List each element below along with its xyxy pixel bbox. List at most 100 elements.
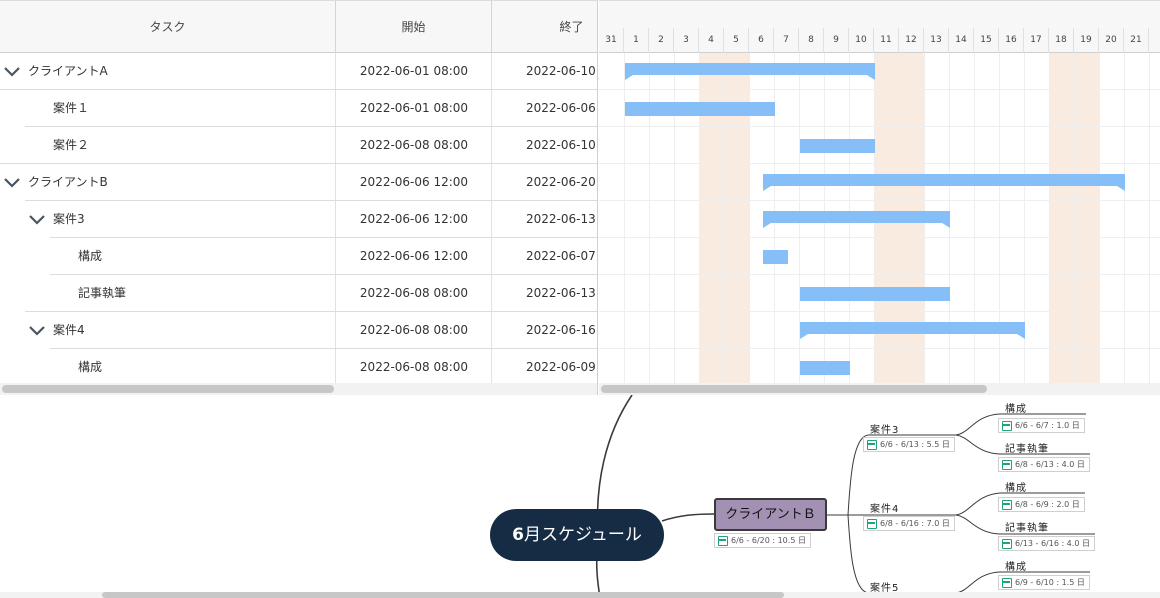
timeline-header-days: 31 1 2 3 4 5 6 7 8 9 10 11 12 13 14 15 16 17 18 19 20 21 — [599, 28, 1160, 53]
task-bar[interactable] — [800, 139, 875, 153]
date-range-tag: 6/6 - 6/13 : 5.5 日 — [863, 437, 955, 452]
row-gridline — [599, 126, 1160, 127]
calendar-icon — [1002, 500, 1012, 510]
calendar-icon — [1002, 578, 1012, 588]
mind-map: 6月スケジュール クライアントＢ 6/6 - 6/20 : 10.5 日 案件3… — [0, 395, 1160, 598]
day-label: 5 — [724, 28, 749, 53]
task-name: 案件２ — [53, 138, 90, 152]
task-end: 2022-06-20 16:00 — [526, 175, 597, 189]
day-label: 12 — [899, 28, 924, 53]
summary-task-bar[interactable] — [762, 211, 950, 228]
day-label: 14 — [949, 28, 974, 53]
column-header-start[interactable]: 開始 — [336, 1, 492, 53]
row-gridline — [599, 311, 1160, 312]
mind-map-node-task[interactable]: 記事執筆 — [1005, 519, 1049, 534]
summary-task-bar[interactable] — [762, 174, 1125, 191]
row-gridline — [599, 163, 1160, 164]
scrollbar-thumb[interactable] — [102, 592, 784, 598]
day-gridline — [1049, 53, 1050, 383]
day-gridline — [1074, 53, 1075, 383]
scrollbar-thumb[interactable] — [2, 385, 334, 393]
day-gridline — [1124, 53, 1125, 383]
task-start: 2022-06-01 08:00 — [359, 101, 469, 115]
mind-map-horizontal-scrollbar[interactable] — [0, 592, 1160, 598]
date-range-text: 6/8 - 6/13 : 4.0 日 — [1015, 460, 1085, 469]
calendar-icon — [867, 519, 877, 529]
mind-map-node-task[interactable]: 記事執筆 — [1005, 440, 1049, 455]
summary-task-bar[interactable] — [625, 63, 875, 80]
mind-map-node-task[interactable]: 構成 — [1005, 400, 1027, 415]
day-label: 18 — [1049, 28, 1074, 53]
mind-map-node-project[interactable]: 案件4 — [870, 500, 899, 515]
day-label: 4 — [699, 28, 724, 53]
task-bar[interactable] — [762, 250, 788, 264]
table-row[interactable]: クライアントB 2022-06-06 12:00 2022-06-20 16:0… — [0, 164, 597, 201]
task-bar[interactable] — [800, 287, 950, 301]
day-label: 9 — [824, 28, 849, 53]
table-row[interactable]: 案件２ 2022-06-08 08:00 2022-06-10 16:00 — [0, 127, 597, 164]
task-end: 2022-06-13 16:00 — [526, 212, 597, 226]
task-start: 2022-06-08 08:00 — [359, 323, 469, 337]
date-range-text: 6/6 - 6/7 : 1.0 日 — [1015, 421, 1080, 430]
calendar-icon — [1002, 421, 1012, 431]
date-range-tag: 6/8 - 6/16 : 7.0 日 — [863, 516, 955, 531]
column-header-task[interactable]: タスク — [0, 1, 336, 53]
task-name: 記事執筆 — [78, 286, 127, 300]
date-range-tag: 6/8 - 6/13 : 4.0 日 — [998, 457, 1090, 472]
day-label: 17 — [1024, 28, 1049, 53]
table-row[interactable]: 案件3 2022-06-06 12:00 2022-06-13 16:00 — [0, 201, 597, 238]
task-start: 2022-06-06 12:00 — [359, 249, 469, 263]
task-name: 構成 — [78, 249, 103, 263]
date-range-tag: 6/6 - 6/7 : 1.0 日 — [998, 418, 1085, 433]
table-row[interactable]: 構成 2022-06-08 08:00 2022-06-09 16:00 — [0, 349, 597, 386]
day-label: 19 — [1074, 28, 1099, 53]
day-label: 15 — [974, 28, 999, 53]
date-range-text: 6/9 - 6/10 : 1.5 日 — [1015, 578, 1085, 587]
task-start: 2022-06-08 08:00 — [359, 360, 469, 374]
mind-map-node-project[interactable]: 案件3 — [870, 421, 899, 436]
column-header-end[interactable]: 終了 — [492, 1, 597, 53]
day-label: 16 — [999, 28, 1024, 53]
day-label: 3 — [674, 28, 699, 53]
grid-horizontal-scrollbar[interactable] — [0, 383, 597, 395]
task-end: 2022-06-09 16:00 — [526, 360, 597, 374]
task-bar[interactable] — [625, 102, 775, 116]
timeline-horizontal-scrollbar[interactable] — [599, 383, 1160, 395]
task-name: 案件１ — [53, 101, 90, 115]
day-label: 13 — [924, 28, 949, 53]
task-bar[interactable] — [800, 361, 850, 375]
day-label: 21 — [1124, 28, 1149, 53]
date-range-tag: 6/6 - 6/20 : 10.5 日 — [714, 533, 811, 548]
table-row[interactable]: 記事執筆 2022-06-08 08:00 2022-06-13 16:00 — [0, 275, 597, 312]
gantt-timeline: 31 1 2 3 4 5 6 7 8 9 10 11 12 13 14 15 16 17 18 19 20 21 — [599, 0, 1160, 395]
day-gridline — [1149, 53, 1150, 383]
table-row[interactable]: 構成 2022-06-06 12:00 2022-06-07 12:00 — [0, 238, 597, 275]
table-row[interactable]: 案件4 2022-06-08 08:00 2022-06-16 16:00 — [0, 312, 597, 349]
summary-task-bar[interactable] — [800, 322, 1025, 339]
table-row[interactable]: 案件１ 2022-06-01 08:00 2022-06-06 16:00 — [0, 90, 597, 127]
gantt-grid: タスク 開始 終了 クライアントA 2022-06-01 08:00 2022-… — [0, 0, 598, 395]
day-gridline — [1099, 53, 1100, 383]
day-label: 11 — [874, 28, 899, 53]
task-end: 2022-06-06 16:00 — [526, 101, 597, 115]
mind-map-root-node[interactable]: 6月スケジュール — [490, 509, 664, 561]
task-start: 2022-06-08 08:00 — [359, 138, 469, 152]
row-gridline — [599, 274, 1160, 275]
scrollbar-thumb[interactable] — [601, 385, 987, 393]
day-label: 2 — [649, 28, 674, 53]
date-range-text: 6/8 - 6/16 : 7.0 日 — [880, 519, 950, 528]
date-range-text: 6/8 - 6/9 : 2.0 日 — [1015, 500, 1080, 509]
mind-map-node-client-b[interactable]: クライアントＢ — [714, 498, 827, 531]
calendar-icon — [1002, 539, 1012, 549]
mind-map-connectors — [595, 395, 1095, 598]
mind-map-node-task[interactable]: 構成 — [1005, 558, 1027, 573]
day-label: 8 — [799, 28, 824, 53]
task-name: クライアントB — [28, 175, 108, 189]
task-name: 案件4 — [53, 323, 85, 337]
task-name: 案件3 — [53, 212, 85, 226]
mind-map-node-task[interactable]: 構成 — [1005, 479, 1027, 494]
task-end: 2022-06-10 16:00 — [526, 138, 597, 152]
calendar-icon — [867, 440, 877, 450]
table-row[interactable]: クライアントA 2022-06-01 08:00 2022-06-10 16:0… — [0, 53, 597, 90]
task-start: 2022-06-01 08:00 — [359, 64, 469, 78]
